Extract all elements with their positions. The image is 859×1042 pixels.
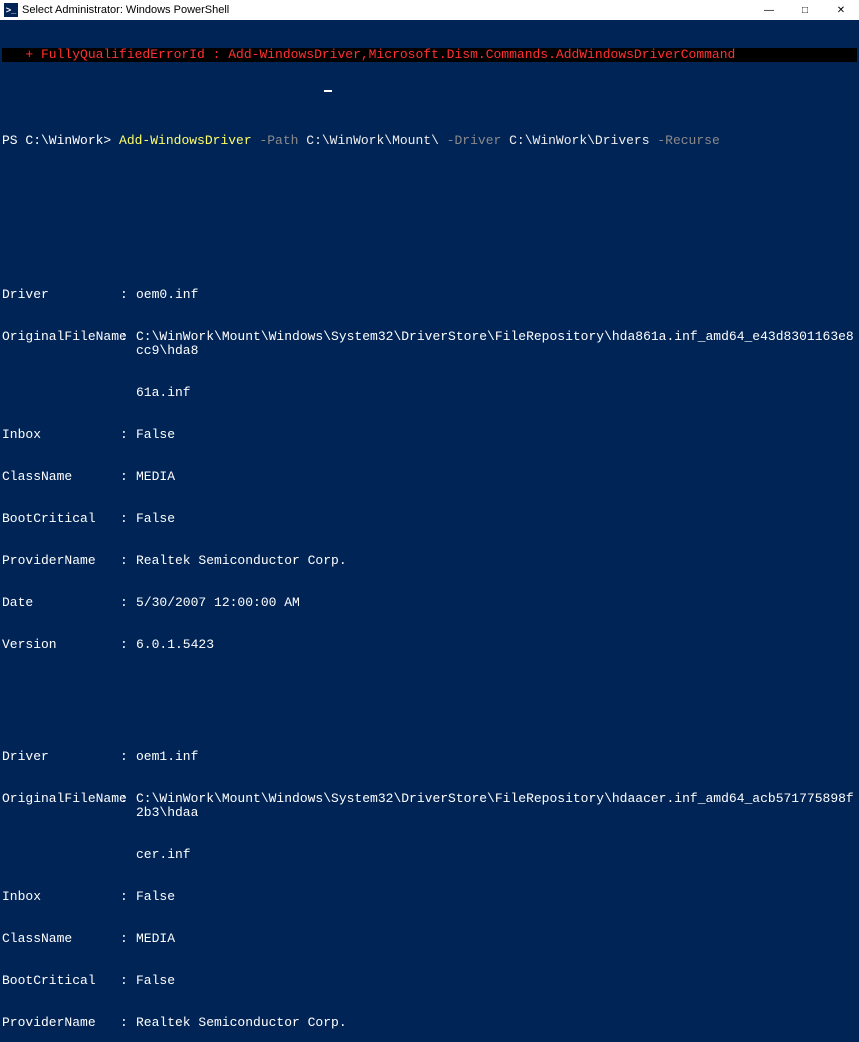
value-inbox: False <box>136 428 857 442</box>
prompt-ps: PS C:\WinWork> <box>2 133 119 148</box>
prompt-cmdlet: Add-WindowsDriver <box>119 133 252 148</box>
minimize-button[interactable]: — <box>751 0 787 20</box>
value-bootcritical: False <box>136 974 857 988</box>
sep: : <box>120 554 136 568</box>
value-bootcritical: False <box>136 512 857 526</box>
value-driver: oem0.inf <box>136 288 857 302</box>
close-button[interactable]: ✕ <box>823 0 859 20</box>
output-row: ProviderName: Realtek Semiconductor Corp… <box>2 1016 857 1030</box>
output-row: ProviderName: Realtek Semiconductor Corp… <box>2 554 857 568</box>
sep: : <box>120 512 136 526</box>
label-bootcritical: BootCritical <box>2 512 120 526</box>
window-controls: — □ ✕ <box>751 0 859 20</box>
output-row: OriginalFileName: C:\WinWork\Mount\Windo… <box>2 330 857 358</box>
sep: : <box>120 750 136 764</box>
sep: : <box>120 596 136 610</box>
error-line: + FullyQualifiedErrorId : Add-WindowsDri… <box>2 48 857 62</box>
prompt-param-recurse: -Recurse <box>650 133 720 148</box>
output-row: ClassName: MEDIA <box>2 932 857 946</box>
value-providername: Realtek Semiconductor Corp. <box>136 1016 857 1030</box>
label-version: Version <box>2 638 120 652</box>
label-inbox: Inbox <box>2 428 120 442</box>
label-originalfilename: OriginalFileName <box>2 792 120 820</box>
window-titlebar: >_ Select Administrator: Windows PowerSh… <box>0 0 859 20</box>
sep: : <box>120 330 136 358</box>
value-originalfilename-cont: 61a.inf <box>2 386 857 400</box>
value-originalfilename: C:\WinWork\Mount\Windows\System32\Driver… <box>136 792 857 820</box>
terminal-area[interactable]: + FullyQualifiedErrorId : Add-WindowsDri… <box>0 20 859 1042</box>
prompt-value-driver: C:\WinWork\Drivers <box>509 133 649 148</box>
maximize-button[interactable]: □ <box>787 0 823 20</box>
value-providername: Realtek Semiconductor Corp. <box>136 554 857 568</box>
output-row: Version: 6.0.1.5423 <box>2 638 857 652</box>
label-originalfilename: OriginalFileName <box>2 330 120 358</box>
value-date: 5/30/2007 12:00:00 AM <box>136 596 857 610</box>
window-title: Select Administrator: Windows PowerShell <box>22 4 751 16</box>
error-prefix: + FullyQualifiedErrorId : <box>2 47 228 62</box>
output-row: BootCritical: False <box>2 974 857 988</box>
sep: : <box>120 1016 136 1030</box>
sep: : <box>120 638 136 652</box>
output-row: OriginalFileName: C:\WinWork\Mount\Windo… <box>2 792 857 820</box>
sep: : <box>120 890 136 904</box>
label-providername: ProviderName <box>2 554 120 568</box>
label-driver: Driver <box>2 288 120 302</box>
label-inbox: Inbox <box>2 890 120 904</box>
output-row: Inbox: False <box>2 890 857 904</box>
prompt-value-path: C:\WinWork\Mount\ <box>306 133 439 148</box>
output-row: Driver: oem0.inf <box>2 288 857 302</box>
label-driver: Driver <box>2 750 120 764</box>
sep: : <box>120 792 136 820</box>
value-originalfilename-cont: cer.inf <box>2 848 857 862</box>
output-row: Driver: oem1.inf <box>2 750 857 764</box>
value-classname: MEDIA <box>136 932 857 946</box>
sep: : <box>120 932 136 946</box>
sep: : <box>120 470 136 484</box>
sep: : <box>120 288 136 302</box>
label-providername: ProviderName <box>2 1016 120 1030</box>
value-inbox: False <box>136 890 857 904</box>
label-classname: ClassName <box>2 470 120 484</box>
output-row: Inbox: False <box>2 428 857 442</box>
powershell-icon: >_ <box>4 3 18 17</box>
value-originalfilename: C:\WinWork\Mount\Windows\System32\Driver… <box>136 330 857 358</box>
value-version: 6.0.1.5423 <box>136 638 857 652</box>
prompt-param-driver: -Driver <box>439 133 509 148</box>
prompt-param-path: -Path <box>252 133 307 148</box>
prompt-line: PS C:\WinWork> Add-WindowsDriver -Path C… <box>2 134 857 148</box>
text-cursor <box>324 90 332 92</box>
label-bootcritical: BootCritical <box>2 974 120 988</box>
value-driver: oem1.inf <box>136 750 857 764</box>
sep: : <box>120 974 136 988</box>
output-row: Date: 5/30/2007 12:00:00 AM <box>2 596 857 610</box>
sep: : <box>120 428 136 442</box>
output-row: ClassName: MEDIA <box>2 470 857 484</box>
label-classname: ClassName <box>2 932 120 946</box>
output-row: BootCritical: False <box>2 512 857 526</box>
label-date: Date <box>2 596 120 610</box>
error-message: Add-WindowsDriver,Microsoft.Dism.Command… <box>228 47 735 62</box>
value-classname: MEDIA <box>136 470 857 484</box>
